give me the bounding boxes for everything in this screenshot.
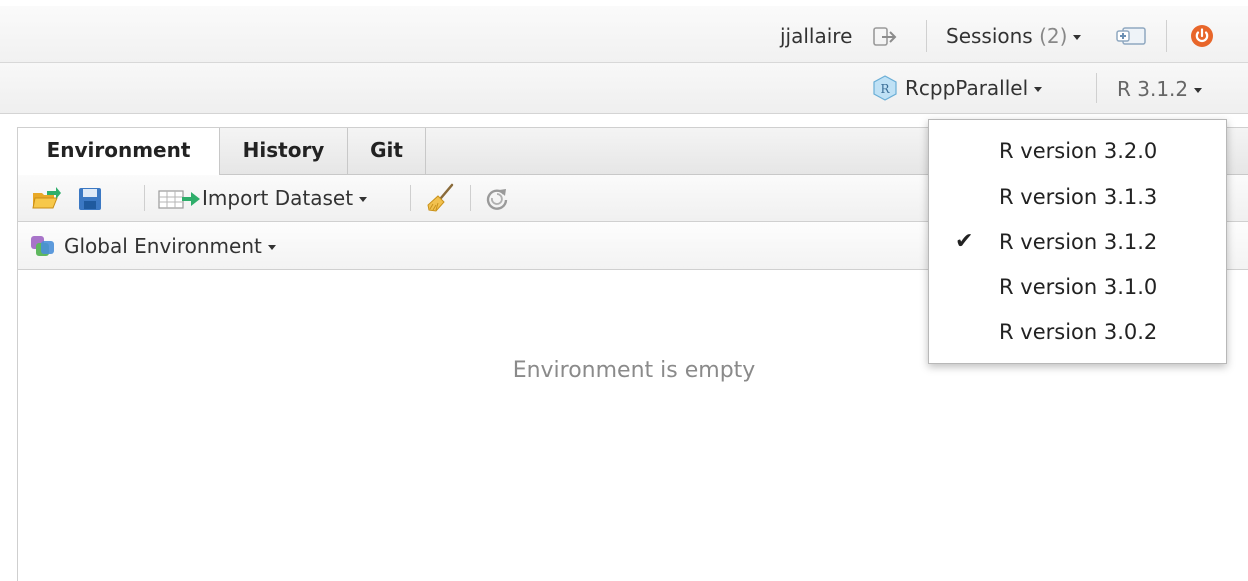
load-workspace-icon[interactable] bbox=[32, 185, 62, 215]
sessions-menu[interactable]: Sessions (2) bbox=[946, 24, 1082, 48]
menu-item-label: R version 3.1.0 bbox=[999, 275, 1158, 299]
username: jjallaire bbox=[780, 24, 853, 48]
environment-scope-menu[interactable]: Global Environment bbox=[64, 234, 276, 258]
chevron-down-icon bbox=[1194, 88, 1203, 93]
import-dataset-button[interactable]: Import Dataset bbox=[202, 186, 368, 210]
environment-icon bbox=[30, 233, 56, 263]
import-dataset-icon bbox=[158, 188, 204, 214]
menu-item-r-3-2-0[interactable]: R version 3.2.0 bbox=[929, 128, 1226, 174]
chevron-down-icon bbox=[1073, 35, 1082, 40]
chevron-down-icon bbox=[1034, 87, 1043, 92]
global-toolbar: jjallaire Sessions (2) bbox=[0, 6, 1248, 63]
tab-environment[interactable]: Environment bbox=[18, 128, 220, 175]
menu-item-label: R version 3.1.2 bbox=[999, 230, 1158, 254]
project-menu[interactable]: RcppParallel bbox=[905, 76, 1043, 100]
sessions-count: (2) bbox=[1039, 24, 1068, 48]
menu-item-label: R version 3.2.0 bbox=[999, 139, 1158, 163]
project-toolbar: R RcppParallel R 3.1.2 bbox=[0, 63, 1248, 114]
environment-scope-label: Global Environment bbox=[64, 234, 262, 258]
menu-item-r-3-0-2[interactable]: R version 3.0.2 bbox=[929, 309, 1226, 355]
menu-item-label: R version 3.0.2 bbox=[999, 320, 1158, 344]
clear-workspace-broom-icon[interactable] bbox=[426, 183, 456, 217]
power-icon[interactable] bbox=[1190, 24, 1214, 52]
menu-item-r-3-1-2[interactable]: ✔ R version 3.1.2 bbox=[929, 219, 1226, 265]
chevron-down-icon bbox=[267, 245, 276, 250]
r-version-menu[interactable]: R 3.1.2 bbox=[1117, 77, 1203, 101]
refresh-icon[interactable] bbox=[484, 186, 510, 216]
project-name: RcppParallel bbox=[905, 76, 1029, 100]
r-version-dropdown: R version 3.2.0 R version 3.1.3 ✔ R vers… bbox=[928, 119, 1227, 364]
r-version-label: R 3.1.2 bbox=[1117, 77, 1189, 101]
chevron-down-icon bbox=[359, 197, 368, 202]
menu-item-r-3-1-0[interactable]: R version 3.1.0 bbox=[929, 264, 1226, 310]
sessions-label: Sessions bbox=[946, 24, 1033, 48]
tab-git[interactable]: Git bbox=[348, 128, 426, 174]
menu-item-label: R version 3.1.3 bbox=[999, 185, 1158, 209]
import-dataset-label: Import Dataset bbox=[202, 186, 354, 210]
signout-icon[interactable] bbox=[873, 26, 899, 52]
save-workspace-icon[interactable] bbox=[78, 187, 102, 215]
new-session-icon[interactable] bbox=[1115, 24, 1149, 52]
checkmark-icon: ✔ bbox=[955, 229, 974, 254]
svg-text:R: R bbox=[880, 82, 890, 96]
tab-history[interactable]: History bbox=[220, 128, 348, 174]
project-icon: R bbox=[872, 75, 898, 105]
menu-item-r-3-1-3[interactable]: R version 3.1.3 bbox=[929, 174, 1226, 220]
